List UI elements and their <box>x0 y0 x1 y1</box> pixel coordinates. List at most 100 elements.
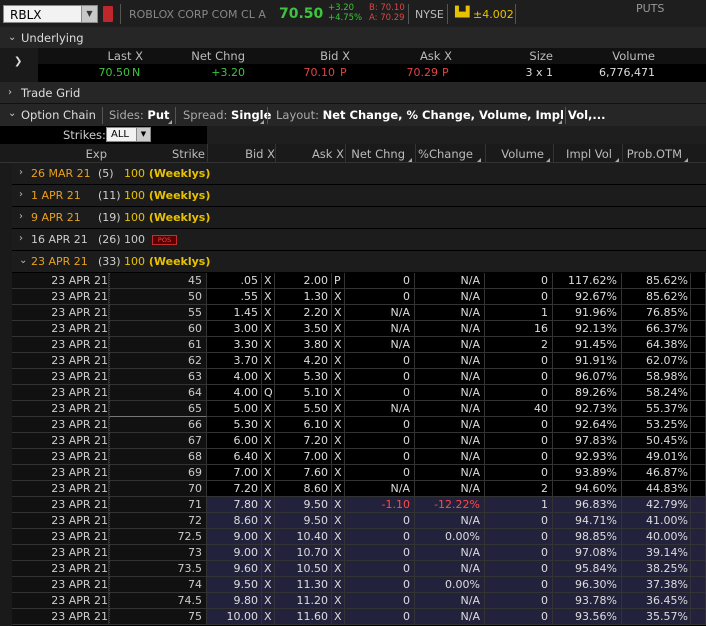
row-ask[interactable]: 9.50 <box>275 497 332 513</box>
table-row[interactable]: 23 APR 21 55 1.45 X 2.20 X N/A N/A 1 91.96% 76.85% <box>12 305 706 321</box>
trade-grid-section-header[interactable]: › Trade Grid <box>0 82 706 104</box>
row-bid[interactable]: 7.20 <box>207 481 262 497</box>
chevron-down-icon[interactable]: ▼ <box>136 128 150 141</box>
table-row[interactable]: 23 APR 21 72.5 9.00 X 10.40 X 0 0.00% 0 98.85% 40.… <box>12 529 706 545</box>
table-row[interactable]: 23 APR 21 60 3.00 X 3.50 X N/A N/A 16 92.13% 66.37… <box>12 321 706 337</box>
row-bid[interactable]: 6.00 <box>207 433 262 449</box>
row-bid[interactable]: 9.00 <box>207 545 262 561</box>
row-ask[interactable]: 10.70 <box>275 545 332 561</box>
link-flag-icon[interactable] <box>103 6 113 22</box>
expiration-group[interactable]: › 26 MAR 21 (5) 100 (Weeklys) <box>12 163 706 185</box>
row-ask[interactable]: 5.10 <box>275 385 332 401</box>
row-ask[interactable]: 8.60 <box>275 481 332 497</box>
row-bid[interactable]: 7.00 <box>207 465 262 481</box>
row-bid[interactable]: 6.40 <box>207 449 262 465</box>
table-row[interactable]: 23 APR 21 75 10.00 X 11.60 X 0 N/A 0 93.56% 35.57% <box>12 609 706 625</box>
row-bid[interactable]: 3.30 <box>207 337 262 353</box>
row-ask[interactable]: 10.50 <box>275 561 332 577</box>
chevron-right-icon[interactable]: › <box>19 233 23 244</box>
row-bid[interactable]: 5.00 <box>207 401 262 417</box>
row-bid[interactable]: 5.30 <box>207 417 262 433</box>
row-ask[interactable]: 11.20 <box>275 593 332 609</box>
row-ask[interactable]: 10.40 <box>275 529 332 545</box>
col-strike[interactable]: Strike <box>109 147 205 161</box>
underlying-section-header[interactable]: ⌄ Underlying <box>0 27 706 49</box>
row-bid[interactable]: 4.00 <box>207 385 262 401</box>
table-row[interactable]: 23 APR 21 63 4.00 X 5.30 X 0 N/A 0 96.07% 58.98% <box>12 369 706 385</box>
row-ask[interactable]: 3.80 <box>275 337 332 353</box>
row-bid[interactable]: .55 <box>207 289 262 305</box>
row-ask[interactable]: 1.30 <box>275 289 332 305</box>
symbol-input[interactable]: RBLX ▼ <box>3 5 98 23</box>
row-ask[interactable]: 11.30 <box>275 577 332 593</box>
table-row[interactable]: 23 APR 21 69 7.00 X 7.60 X 0 N/A 0 93.89% 46.87% <box>12 465 706 481</box>
row-ask[interactable]: 4.20 <box>275 353 332 369</box>
expiration-group[interactable]: › 16 APR 21 (26) 100 POS <box>12 229 706 251</box>
row-ask[interactable]: 7.20 <box>275 433 332 449</box>
table-row[interactable]: 23 APR 21 65 5.00 X 5.50 X N/A N/A 40 92.73% 55.37… <box>12 401 706 417</box>
chevron-down-icon[interactable]: ⌄ <box>8 108 16 119</box>
row-bid[interactable]: 10.00 <box>207 609 262 625</box>
strikes-dropdown[interactable]: ALL ▼ <box>106 127 151 142</box>
expected-move-icon[interactable]: ▙▟ <box>455 7 469 20</box>
col-exp[interactable]: Exp <box>12 147 107 161</box>
table-row[interactable]: 23 APR 21 66 5.30 X 6.10 X 0 N/A 0 92.64% 53.25% <box>12 417 706 433</box>
col-volume[interactable]: Volume <box>485 147 544 161</box>
row-bid[interactable]: 7.80 <box>207 497 262 513</box>
table-row[interactable]: 23 APR 21 62 3.70 X 4.20 X 0 N/A 0 91.91% 62.07% <box>12 353 706 369</box>
table-row[interactable]: 23 APR 21 61 3.30 X 3.80 X N/A N/A 2 91.45% 64.38% <box>12 337 706 353</box>
col-impl-vol[interactable]: Impl Vol <box>553 147 612 161</box>
row-bid[interactable]: .05 <box>207 273 262 289</box>
row-bid[interactable]: 9.50 <box>207 577 262 593</box>
chevron-right-icon[interactable]: ❯ <box>14 56 22 67</box>
chevron-down-icon[interactable]: ▼ <box>81 6 97 22</box>
row-bid[interactable]: 1.45 <box>207 305 262 321</box>
col-prob-otm[interactable]: Prob.OTM <box>622 147 682 161</box>
chevron-down-icon[interactable]: ⌄ <box>19 255 27 266</box>
col-ask[interactable]: Ask X <box>275 147 344 161</box>
position-badge[interactable]: POS <box>152 235 177 245</box>
table-row[interactable]: 23 APR 21 72 8.60 X 9.50 X 0 N/A 0 94.71% 41.00% <box>12 513 706 529</box>
row-ask[interactable]: 7.00 <box>275 449 332 465</box>
underlying-ask[interactable]: 70.29 <box>388 66 439 79</box>
row-bid[interactable]: 9.80 <box>207 593 262 609</box>
col-net-change[interactable]: Net Chng <box>345 147 405 161</box>
table-row[interactable]: 23 APR 21 74 9.50 X 11.30 X 0 0.00% 0 96.30% 37.38… <box>12 577 706 593</box>
expiration-group[interactable]: ⌄ 23 APR 21 (33) 100 (Weeklys) <box>12 251 706 273</box>
row-ask[interactable]: 11.60 <box>275 609 332 625</box>
row-bid[interactable]: 3.00 <box>207 321 262 337</box>
chevron-right-icon[interactable]: › <box>19 211 23 222</box>
underlying-expand[interactable]: ❯ <box>0 48 38 82</box>
row-ask[interactable]: 7.60 <box>275 465 332 481</box>
chevron-down-icon[interactable]: ⌄ <box>8 32 16 43</box>
spread-selector[interactable]: Spread: Single <box>183 108 271 122</box>
row-ask[interactable]: 3.50 <box>275 321 332 337</box>
option-chain-title[interactable]: Option Chain <box>21 108 96 122</box>
table-row[interactable]: 23 APR 21 74.5 9.80 X 11.20 X 0 N/A 0 93.78% 36.45… <box>12 593 706 609</box>
expiration-group[interactable]: › 9 APR 21 (19) 100 (Weeklys) <box>12 207 706 229</box>
row-ask[interactable]: 5.30 <box>275 369 332 385</box>
row-ask[interactable]: 5.50 <box>275 401 332 417</box>
expiration-group[interactable]: › 1 APR 21 (11) 100 (Weeklys) <box>12 185 706 207</box>
chevron-right-icon[interactable]: › <box>8 87 12 98</box>
table-row[interactable]: 23 APR 21 70 7.20 X 8.60 X N/A N/A 2 94.60% 44.83% <box>12 481 706 497</box>
row-bid[interactable]: 9.60 <box>207 561 262 577</box>
table-row[interactable]: 23 APR 21 68 6.40 X 7.00 X 0 N/A 0 92.93% 49.01% <box>12 449 706 465</box>
row-ask[interactable]: 2.00 <box>275 273 332 289</box>
underlying-bid[interactable]: 70.10 <box>285 66 336 79</box>
table-row[interactable]: 23 APR 21 71 7.80 X 9.50 X -1.10 -12.22% 1 96.83%… <box>12 497 706 513</box>
table-row[interactable]: 23 APR 21 67 6.00 X 7.20 X 0 N/A 0 97.83% 50.45% <box>12 433 706 449</box>
row-ask[interactable]: 2.20 <box>275 305 332 321</box>
table-row[interactable]: 23 APR 21 73 9.00 X 10.70 X 0 N/A 0 97.08% 39.14% <box>12 545 706 561</box>
table-row[interactable]: 23 APR 21 73.5 9.60 X 10.50 X 0 N/A 0 95.84% 38.25… <box>12 561 706 577</box>
col-pct-change[interactable]: %Change <box>415 147 473 161</box>
row-ask[interactable]: 6.10 <box>275 417 332 433</box>
table-row[interactable]: 23 APR 21 45.05 X 2.00 P 0 N/A 0 117.62% 85.62% <box>12 273 706 289</box>
row-ask[interactable]: 9.50 <box>275 513 332 529</box>
sides-selector[interactable]: Sides: Put <box>109 108 170 122</box>
chevron-right-icon[interactable]: › <box>19 189 23 200</box>
layout-selector[interactable]: Layout: Net Change, % Change, Volume, Im… <box>276 108 606 122</box>
row-bid[interactable]: 3.70 <box>207 353 262 369</box>
chevron-right-icon[interactable]: › <box>19 167 23 178</box>
table-row[interactable]: 23 APR 21 50.55 X 1.30 X 0 N/A 0 92.67% 85.62% <box>12 289 706 305</box>
